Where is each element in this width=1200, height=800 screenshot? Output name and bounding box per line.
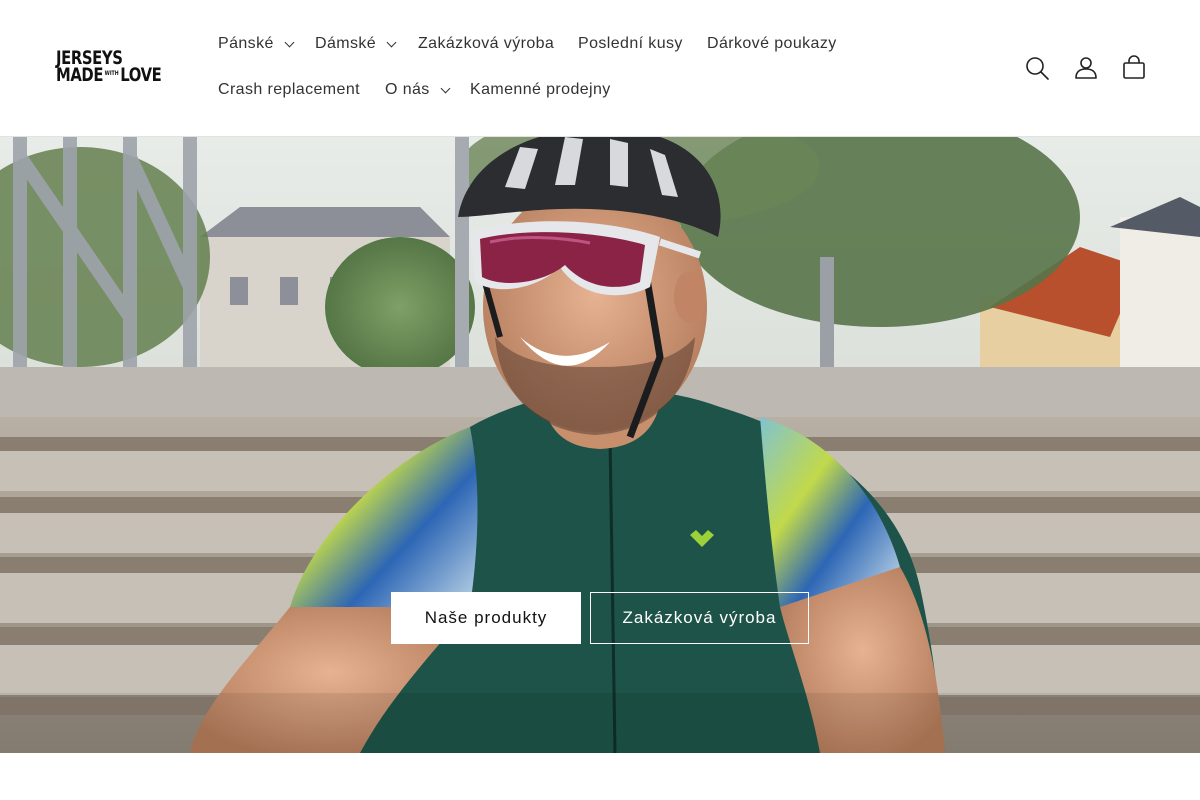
logo-line-2: MADE WITH LOVE xyxy=(56,64,162,86)
cart-button[interactable] xyxy=(1117,51,1151,85)
search-button[interactable] xyxy=(1020,51,1054,85)
hero-banner: Naše produkty Zakázková výroba xyxy=(0,137,1200,753)
hero-photo-cyclist xyxy=(0,137,1200,753)
logo-word-with: WITH xyxy=(104,69,119,77)
account-icon xyxy=(1075,57,1097,79)
search-icon xyxy=(1026,57,1049,80)
site-header: JERSEYS MADE WITH LOVE Pánské Dámské Zak… xyxy=(0,0,1200,137)
nav-item-o-nas[interactable]: O nás xyxy=(385,81,451,99)
brand-logo[interactable]: JERSEYS MADE WITH LOVE xyxy=(56,49,176,89)
our-products-button-label: Naše produkty xyxy=(424,608,548,627)
our-products-button[interactable]: Naše produkty xyxy=(391,592,581,644)
custom-production-button[interactable]: Zakázková výroba xyxy=(590,592,809,644)
custom-production-button-label: Zakázková výroba xyxy=(622,608,777,627)
nav-item-damske[interactable]: Dámské xyxy=(315,35,397,53)
logo-word-love: LOVE xyxy=(120,64,162,86)
chevron-down-icon xyxy=(284,37,295,47)
chevron-down-icon xyxy=(386,37,397,47)
nav-label: Poslední kusy xyxy=(578,35,683,52)
nav-item-posledni-kusy[interactable]: Poslední kusy xyxy=(578,35,683,53)
page-content-below-hero xyxy=(0,753,1200,800)
nav-item-zakazkova-vyroba[interactable]: Zakázková výroba xyxy=(418,35,554,53)
cart-icon xyxy=(1123,55,1145,79)
nav-item-darkove-poukazy[interactable]: Dárkové poukazy xyxy=(707,35,837,53)
nav-label: Dárkové poukazy xyxy=(707,35,837,52)
chevron-down-icon xyxy=(440,83,451,93)
nav-item-panske[interactable]: Pánské xyxy=(218,35,295,53)
nav-label: Pánské xyxy=(218,35,274,52)
nav-label: Dámské xyxy=(315,35,377,52)
account-button[interactable] xyxy=(1069,51,1103,85)
nav-label: O nás xyxy=(385,81,430,98)
nav-item-crash-replacement[interactable]: Crash replacement xyxy=(218,81,360,99)
nav-item-kamenne-prodejny[interactable]: Kamenné prodejny xyxy=(470,81,611,99)
logo-word-made: MADE xyxy=(56,64,104,86)
nav-label: Crash replacement xyxy=(218,81,360,98)
nav-label: Kamenné prodejny xyxy=(470,81,611,98)
nav-label: Zakázková výroba xyxy=(418,35,555,52)
